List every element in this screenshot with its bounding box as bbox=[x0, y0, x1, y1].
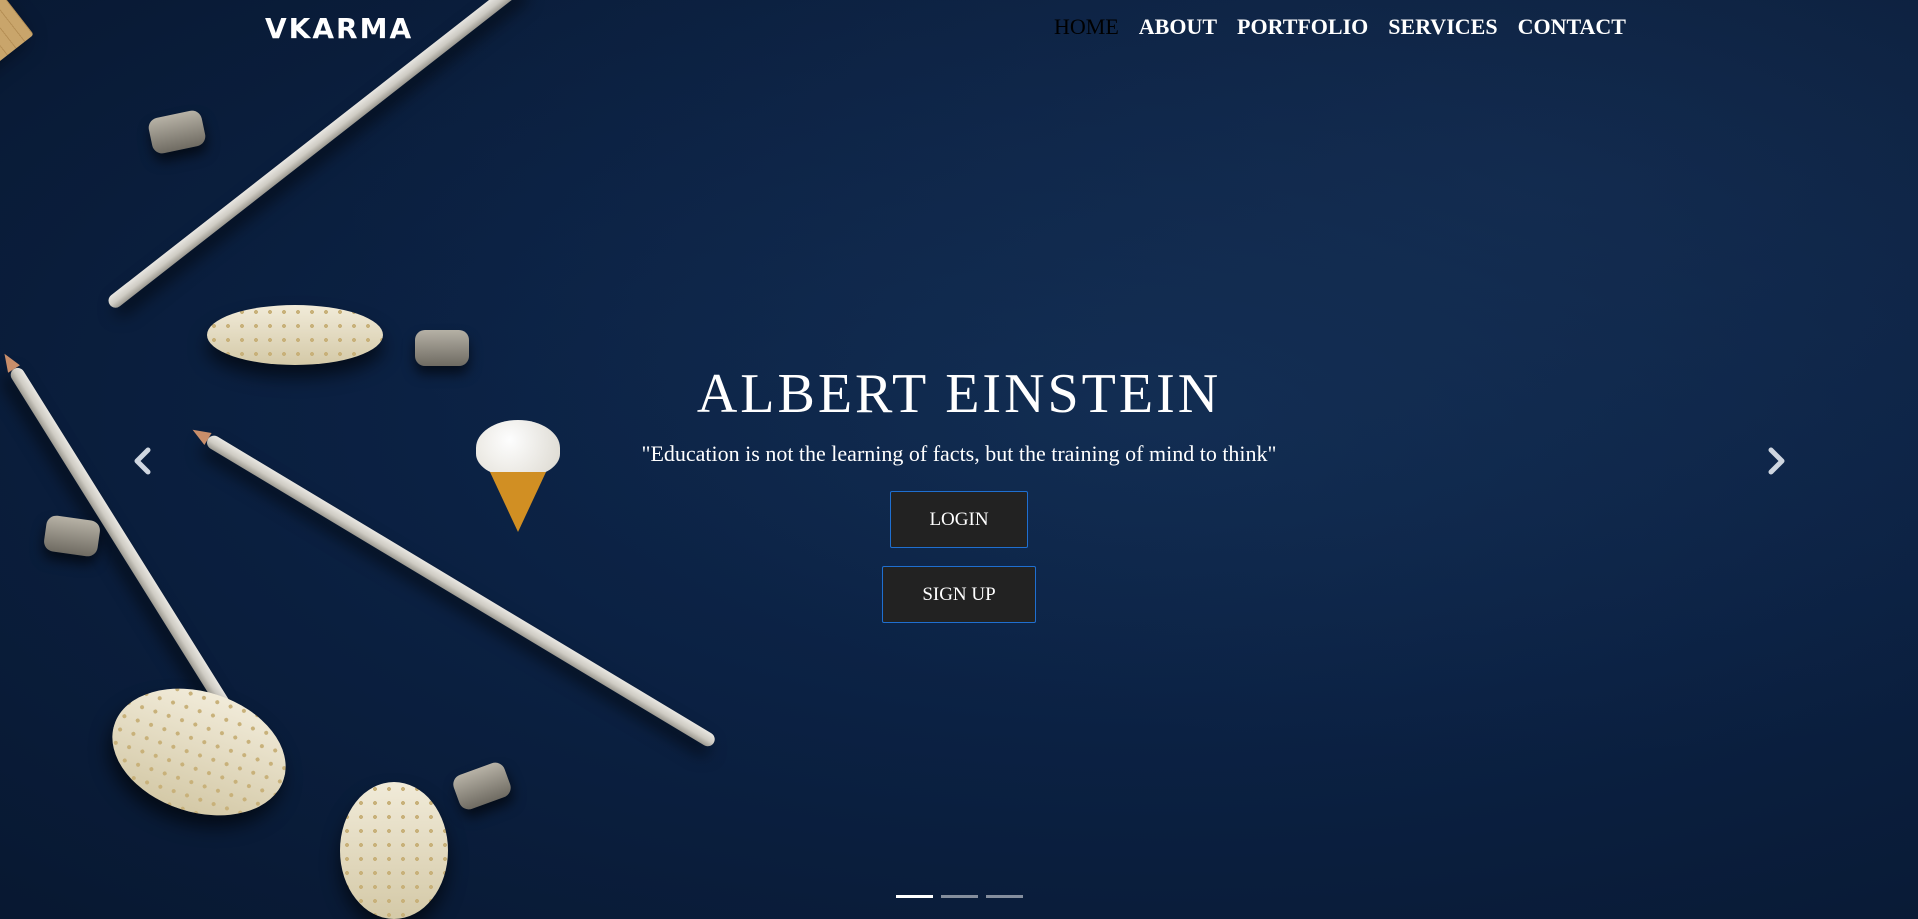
binder-clip-image bbox=[450, 759, 514, 813]
carousel-indicator[interactable] bbox=[940, 895, 978, 898]
binder-clip-image bbox=[146, 108, 208, 156]
nav-item-services[interactable]: SERVICES bbox=[1388, 14, 1497, 40]
tape-roll-image bbox=[95, 667, 303, 837]
carousel-indicators bbox=[0, 895, 1918, 898]
navbar: VKARMA HOME ABOUT PORTFOLIO SERVICES CON… bbox=[0, 0, 1918, 56]
hero-title: ALBERT EINSTEIN bbox=[696, 363, 1222, 425]
nav-item-contact[interactable]: CONTACT bbox=[1518, 14, 1626, 40]
hero-quote: "Education is not the learning of facts,… bbox=[641, 441, 1277, 466]
hero-carousel: VKARMA HOME ABOUT PORTFOLIO SERVICES CON… bbox=[0, 0, 1918, 919]
nav-item-portfolio[interactable]: PORTFOLIO bbox=[1237, 14, 1368, 40]
carousel-caption: ALBERT EINSTEIN "Education is not the le… bbox=[0, 355, 1918, 623]
carousel-indicator[interactable] bbox=[985, 895, 1023, 898]
nav-item-about[interactable]: ABOUT bbox=[1139, 14, 1217, 40]
login-button[interactable]: LOGIN bbox=[890, 491, 1028, 548]
carousel-indicator[interactable] bbox=[895, 895, 933, 898]
signup-button[interactable]: SIGN UP bbox=[882, 566, 1036, 623]
tape-roll-image bbox=[340, 782, 448, 919]
brand-logo[interactable]: VKARMA bbox=[265, 12, 413, 45]
nav-item-home[interactable]: HOME bbox=[1054, 14, 1119, 40]
nav-menu: HOME ABOUT PORTFOLIO SERVICES CONTACT bbox=[1054, 14, 1626, 40]
